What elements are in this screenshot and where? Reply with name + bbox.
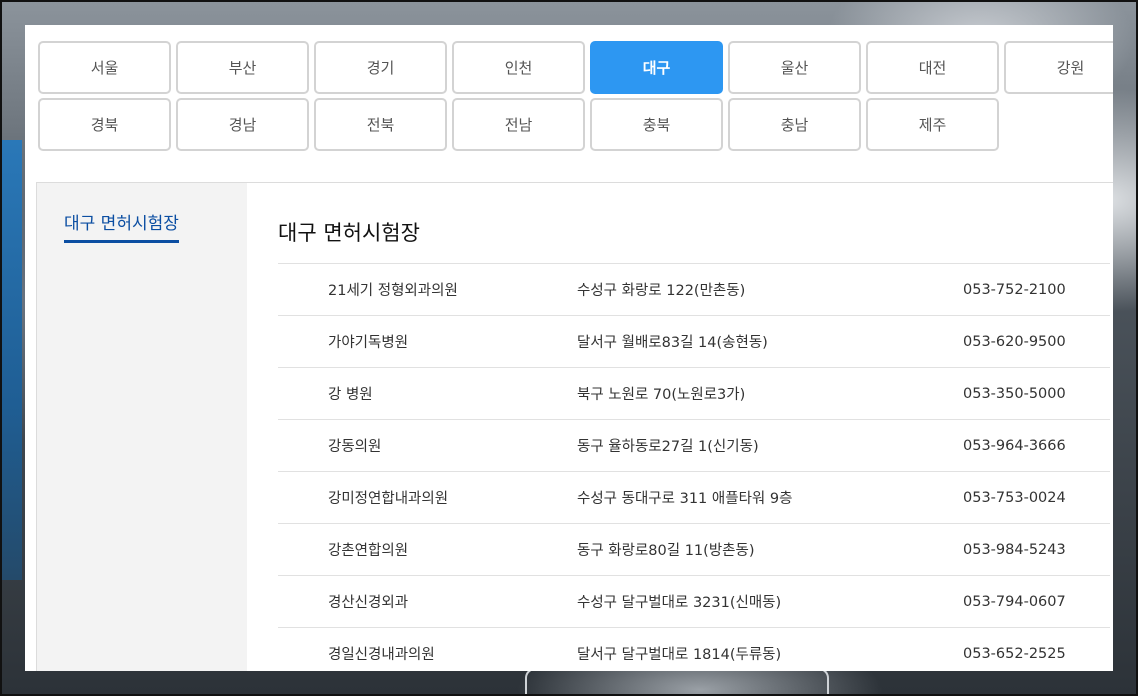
region-tab-button[interactable]: 충남 (728, 98, 861, 151)
region-tab-button[interactable]: 제주 (866, 98, 999, 151)
hospital-phone: 053-794-0607 (963, 593, 1066, 610)
hospital-name: 강촌연합의원 (328, 543, 409, 559)
hospital-phone: 053-652-2525 (963, 645, 1066, 662)
region-tab-button[interactable]: 대전 (866, 41, 999, 94)
region-row-2: 경북 경남 전북 전남 충북 충남 제주 (38, 98, 1113, 151)
main-content: 대구 면허시험장 21세기 정형외과의원 수성구 화랑로 122(만촌동) 053-… (278, 183, 1110, 671)
hospital-phone: 053-753-0024 (963, 489, 1066, 506)
hospital-name: 강 병원 (328, 387, 373, 403)
region-tab-button[interactable]: 강원 (1004, 41, 1113, 94)
page-title: 대구 면허시험장 (278, 221, 420, 245)
hospital-name: 강동의원 (328, 439, 382, 455)
region-tab-button[interactable]: 경기 (314, 41, 447, 94)
hospital-address: 수성구 달구벌대로 3231(신매동) (577, 595, 782, 611)
hospital-address: 달서구 달구벌대로 1814(두류동) (577, 647, 782, 663)
hospital-phone: 053-620-9500 (963, 333, 1066, 350)
region-tab-button[interactable]: 경남 (176, 98, 309, 151)
table-row: 21세기 정형외과의원 수성구 화랑로 122(만촌동) 053-752-2100 (278, 264, 1110, 316)
region-tab-button[interactable]: 부산 (176, 41, 309, 94)
hospital-address: 북구 노원로 70(노원로3가) (577, 387, 746, 403)
hospital-address: 동구 화랑로80길 11(방촌동) (577, 543, 755, 559)
hospital-phone: 053-350-5000 (963, 385, 1066, 402)
hospital-name: 경일신경내과의원 (328, 647, 435, 663)
region-tab-button[interactable]: 서울 (38, 41, 171, 94)
table-row: 경일신경내과의원 달서구 달구벌대로 1814(두류동) 053-652-2525 (278, 628, 1110, 671)
hospital-address: 달서구 월배로83길 14(송현동) (577, 335, 768, 351)
table-row: 강동의원 동구 율하동로27길 1(신기동) 053-964-3666 (278, 420, 1110, 472)
region-tab-button[interactable]: 울산 (728, 41, 861, 94)
hospital-address: 수성구 동대구로 311 애플타워 9층 (577, 491, 793, 507)
region-tab-grid: 서울 부산 경기 인천 대구 울산 대전 강원 경북 경남 전북 전남 충북 충남 제주 (38, 41, 1113, 155)
table-row: 강촌연합의원 동구 화랑로80길 11(방촌동) 053-984-5243 (278, 524, 1110, 576)
hospital-address: 수성구 화랑로 122(만촌동) (577, 283, 746, 299)
sidebar-item-daegu[interactable]: 대구 면허시험장 (64, 209, 179, 243)
region-tab-button[interactable]: 대구 (590, 41, 723, 94)
region-row-1: 서울 부산 경기 인천 대구 울산 대전 강원 (38, 41, 1113, 94)
sidebar: 대구 면허시험장 (37, 183, 247, 671)
table-row: 가야기독병원 달서구 월배로83길 14(송현동) 053-620-9500 (278, 316, 1110, 368)
hospital-name: 가야기독병원 (328, 335, 409, 351)
hospital-name: 강미정연합내과의원 (328, 491, 449, 507)
table-row: 강 병원 북구 노원로 70(노원로3가) 053-350-5000 (278, 368, 1110, 420)
hospital-phone: 053-964-3666 (963, 437, 1066, 454)
hospital-phone: 053-984-5243 (963, 541, 1066, 558)
region-tab-button[interactable]: 전남 (452, 98, 585, 151)
license-exam-center-panel: 서울 부산 경기 인천 대구 울산 대전 강원 경북 경남 전북 전남 충북 충남 제주 대구 면허시험장… (25, 25, 1113, 671)
region-tab-button[interactable]: 충북 (590, 98, 723, 151)
region-tab-button[interactable]: 경북 (38, 98, 171, 151)
hospital-name: 경산신경외과 (328, 595, 409, 611)
hospital-name: 21세기 정형외과의원 (328, 283, 458, 299)
table-row: 강미정연합내과의원 수성구 동대구로 311 애플타워 9층 053-753-002… (278, 472, 1110, 524)
hospital-address: 동구 율하동로27길 1(신기동) (577, 439, 759, 455)
region-tab-button[interactable]: 전북 (314, 98, 447, 151)
hospital-phone: 053-752-2100 (963, 281, 1066, 298)
region-tab-button[interactable]: 인천 (452, 41, 585, 94)
hospital-list: 21세기 정형외과의원 수성구 화랑로 122(만촌동) 053-752-2100 가… (278, 263, 1110, 671)
table-row: 경산신경외과 수성구 달구벌대로 3231(신매동) 053-794-0607 (278, 576, 1110, 628)
content-area: 대구 면허시험장 대구 면허시험장 21세기 정형외과의원 수성구 화랑로 122… (36, 182, 1113, 671)
